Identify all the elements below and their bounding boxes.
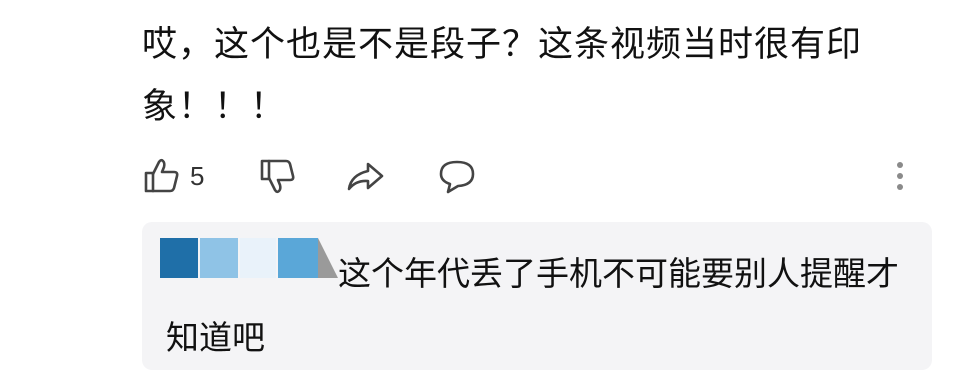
more-options-button[interactable] — [894, 150, 906, 202]
reply-text: 这个年代丢了手机不可能要别人提醒才知道吧 — [166, 254, 899, 357]
thumbs-down-icon — [258, 156, 298, 196]
comment-action-bar: 5 — [142, 150, 932, 202]
share-arrow-icon — [344, 156, 386, 196]
like-button[interactable]: 5 — [142, 150, 204, 202]
reply-button[interactable] — [436, 150, 478, 202]
like-count: 5 — [190, 160, 205, 191]
speech-bubble-icon — [436, 156, 478, 196]
thumbs-up-icon — [142, 156, 182, 196]
reply-container: 这个年代丢了手机不可能要别人提醒才知道吧 — [142, 222, 932, 370]
vertical-dots-icon — [894, 156, 906, 196]
dislike-button[interactable] — [258, 150, 298, 202]
comment-text: 哎，这个也是不是段子？这条视频当时很有印象！！！ — [142, 25, 863, 127]
share-button[interactable] — [344, 150, 386, 202]
